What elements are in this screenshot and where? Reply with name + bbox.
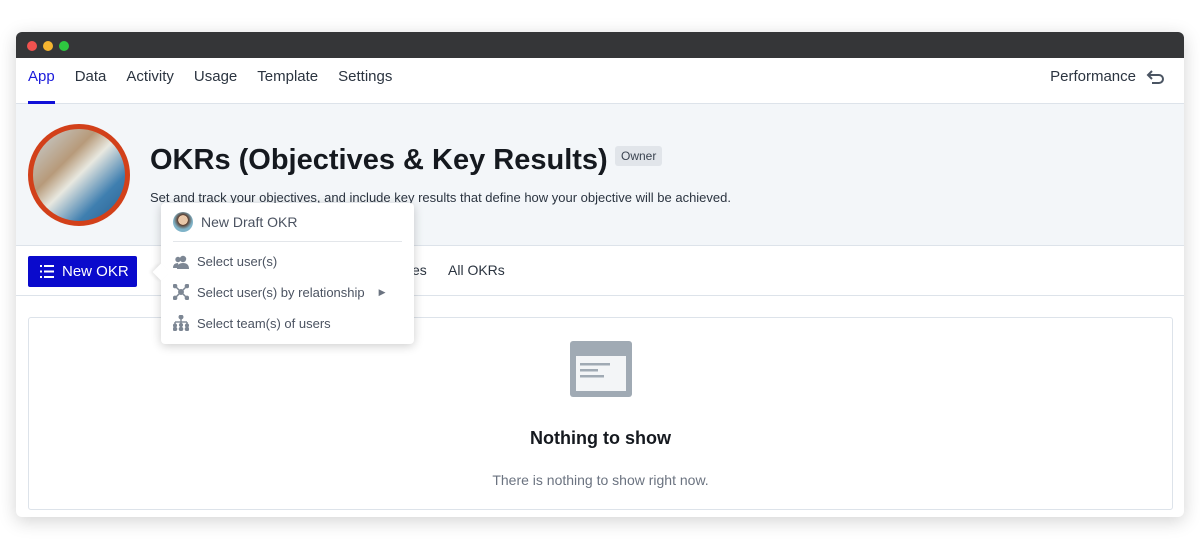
menu-item-select-teams[interactable]: Select team(s) of users [173,315,331,331]
user-avatar [173,212,193,232]
submenu-arrow-icon: ▶ [378,286,386,297]
nav-tab-usage[interactable]: Usage [194,58,237,103]
app-cover-image [28,124,130,226]
maximize-window-button[interactable] [59,41,69,51]
list-icon [40,265,54,278]
title-bar [16,32,1184,58]
relationship-icon [173,284,189,300]
nav-tab-template[interactable]: Template [257,58,318,103]
empty-subtitle: There is nothing to show right now. [492,472,709,488]
undo-icon[interactable] [1146,69,1166,87]
nav-tab-activity[interactable]: Activity [126,58,174,103]
menu-divider [173,241,402,242]
new-okr-dropdown: New Draft OKR Select user(s) Select user… [161,203,414,344]
nav-tab-app[interactable]: App [28,58,55,104]
new-okr-label: New OKR [62,263,129,280]
performance-link[interactable]: Performance [1050,58,1136,96]
empty-document-icon [570,341,632,397]
menu-item-select-users[interactable]: Select user(s) [173,254,277,269]
nav-tab-data[interactable]: Data [75,58,107,103]
menu-item-label: New Draft OKR [201,214,298,230]
team-hierarchy-icon [173,315,189,331]
menu-item-label: Select user(s) [197,254,278,269]
owner-badge: Owner [615,146,663,166]
page-title: OKRs (Objectives & Key Results) [150,144,608,176]
menu-item-label: Select user(s) by relationship [197,284,365,300]
minimize-window-button[interactable] [43,41,53,51]
menu-item-select-by-relationship[interactable]: Select user(s) by relationship ▶ [173,284,386,300]
empty-title: Nothing to show [530,428,671,448]
empty-state-card: Nothing to show There is nothing to show… [28,317,1173,510]
tab-hidden[interactable]: es [412,262,427,278]
users-icon [173,255,189,269]
nav-tab-settings[interactable]: Settings [338,58,392,103]
top-nav: App Data Activity Usage Template Setting… [16,58,1184,104]
close-window-button[interactable] [27,41,37,51]
menu-item-new-draft[interactable]: New Draft OKR [173,212,297,232]
new-okr-button[interactable]: New OKR [28,256,137,287]
tab-all-okrs[interactable]: All OKRs [448,262,505,278]
menu-item-label: Select team(s) of users [197,315,331,331]
